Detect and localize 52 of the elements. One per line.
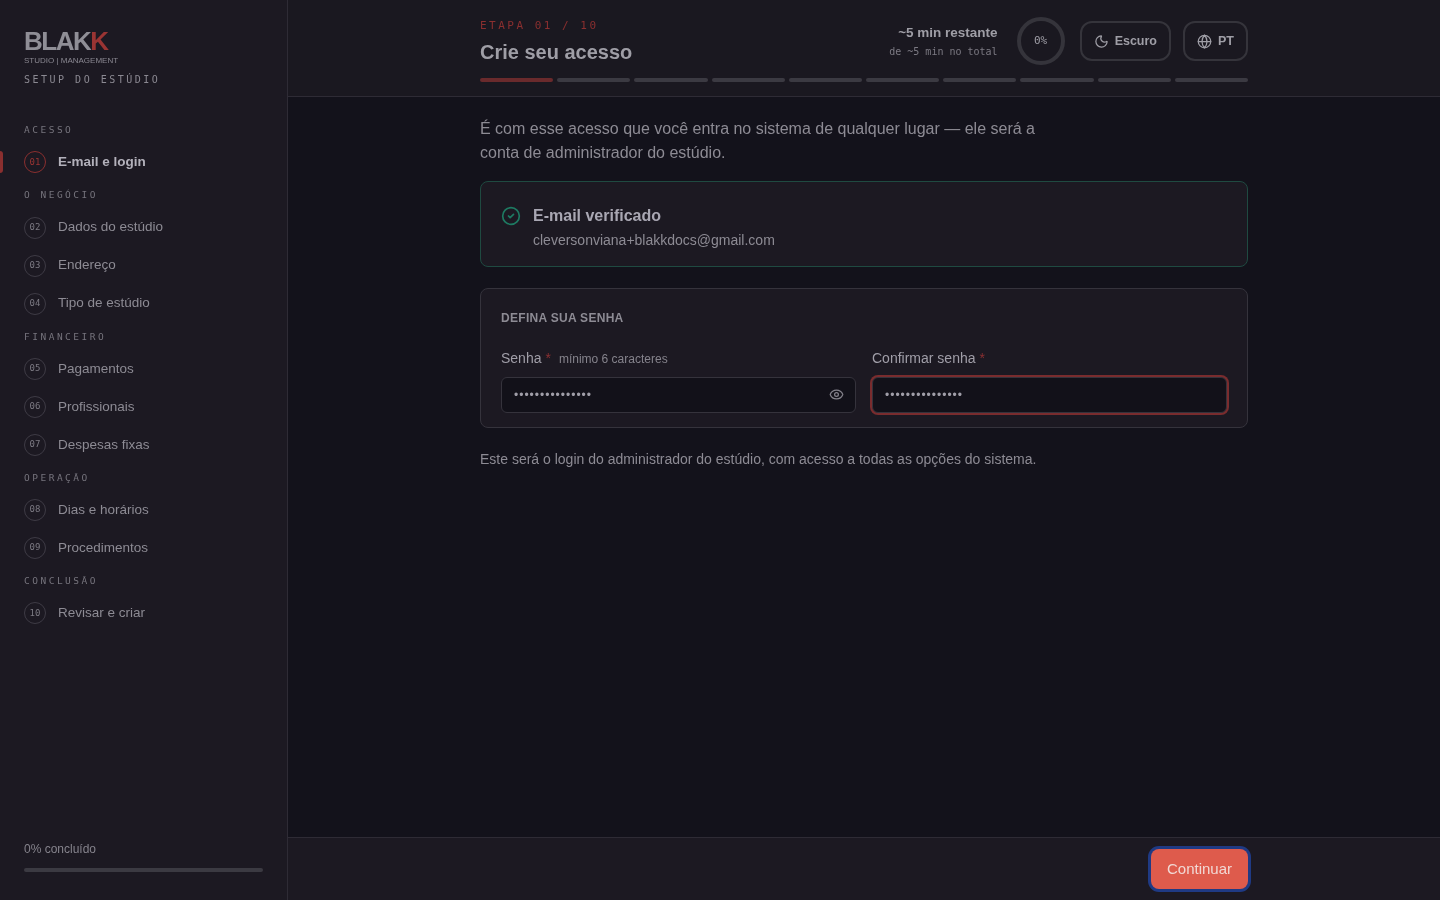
verified-title: E-mail verificado xyxy=(533,206,663,226)
required-mark: * xyxy=(545,349,551,368)
step-label: Profissionais xyxy=(58,397,135,416)
step-item[interactable]: 10 Revisar e criar xyxy=(0,594,287,633)
field-label: Senha xyxy=(501,349,542,368)
check-icon xyxy=(501,206,521,226)
section-heading: O NEGÓCIO xyxy=(23,188,99,203)
logo: BLAKK STUDIO | MANAGEMENT xyxy=(24,28,120,66)
note-text: Este será o login do administrador do estúdio, com acesso a todas as opções do sistema. xyxy=(480,450,1038,469)
step-item[interactable]: 02 Dados do estúdio xyxy=(0,208,287,247)
step-label: Dias e horários xyxy=(58,500,149,519)
section-heading: FINANCEIRO xyxy=(23,329,108,344)
step-item[interactable]: 07 Despesas fixas xyxy=(0,425,287,464)
section-heading: CONCLUSÃO xyxy=(23,574,99,588)
step-label: Revisar e criar xyxy=(58,604,146,623)
time-total: de ~5 min no total xyxy=(889,44,998,59)
continue-button[interactable]: Continuar xyxy=(1150,849,1248,889)
globe-icon xyxy=(1197,33,1212,49)
eye-icon[interactable] xyxy=(829,387,844,402)
required-mark: * xyxy=(979,349,985,368)
active-indicator xyxy=(0,151,3,174)
step-label: Pagamentos xyxy=(58,359,134,378)
step-label: Dados do estúdio xyxy=(58,218,164,237)
step-item[interactable]: 03 Endereço xyxy=(0,246,287,285)
step-label: Endereço xyxy=(58,256,116,275)
time-remaining: ~5 min restante xyxy=(898,24,998,43)
step-item[interactable]: 08 Dias e horários xyxy=(0,491,287,529)
step-label: Procedimentos xyxy=(58,538,149,557)
card-title: DEFINA SUA SENHA xyxy=(501,310,625,327)
moon-icon xyxy=(1093,33,1109,49)
theme-button[interactable]: Escuro xyxy=(1079,21,1171,61)
sidebar-subtitle: SETUP DO ESTÚDIO xyxy=(24,72,162,87)
step-label: E-mail e login xyxy=(58,153,146,172)
section-heading: ACESSO xyxy=(23,123,75,137)
page-title: Crie seu acesso xyxy=(480,39,633,65)
section-heading: OPERAÇÃO xyxy=(23,470,91,485)
step-label: Tipo de estúdio xyxy=(58,294,150,313)
step-counter: ETAPA 01 / 10 xyxy=(480,18,600,34)
field-label: Confirmar senha xyxy=(872,349,976,368)
verified-email: cleversonviana+blakkdocs@gmail.com xyxy=(533,231,775,250)
password-field[interactable]: ••••••••••••••• xyxy=(501,377,856,413)
language-button[interactable]: PT xyxy=(1183,21,1248,61)
step-item[interactable]: 09 Procedimentos xyxy=(0,529,287,567)
intro-text: É com esse acesso que você entra no sistema de qualquer lugar — ele será a conta de administrador do estúdio. xyxy=(480,118,1036,163)
step-item[interactable]: 01 E-mail e login xyxy=(0,143,287,182)
field-hint: mínimo 6 caracteres xyxy=(558,351,668,368)
password-field[interactable]: ••••••••••••••• xyxy=(872,377,1227,413)
progress-label: 0% concluído xyxy=(24,841,98,858)
step-item[interactable]: 05 Pagamentos xyxy=(0,349,287,388)
step-item[interactable]: 04 Tipo de estúdio xyxy=(0,284,287,323)
step-label: Despesas fixas xyxy=(58,435,150,454)
step-item[interactable]: 06 Profissionais xyxy=(0,387,287,426)
